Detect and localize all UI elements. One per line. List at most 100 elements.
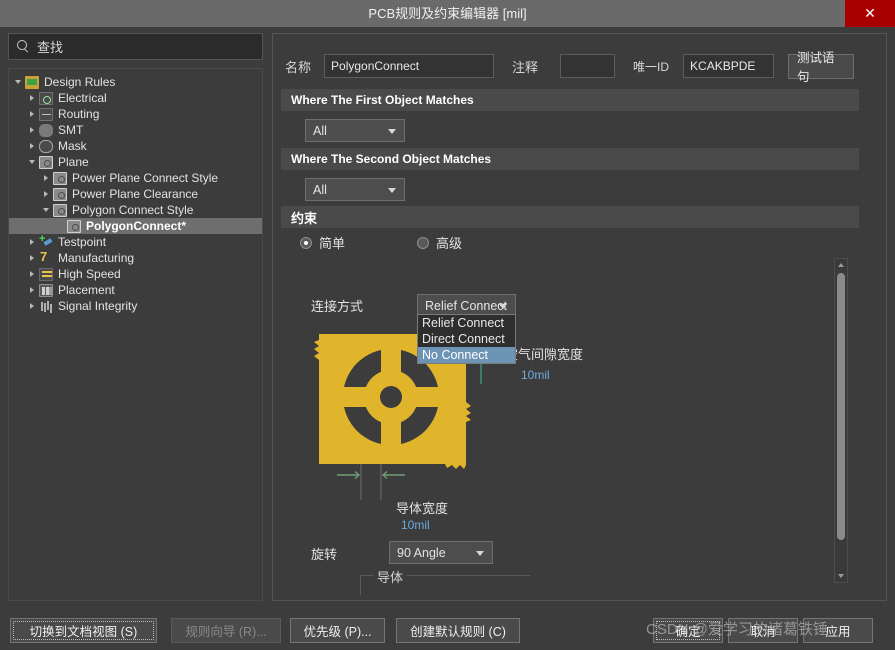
tree-item-label: Testpoint [58,235,106,249]
chevron-down-icon [388,188,396,193]
twisty-closed-icon[interactable] [27,234,39,250]
create-default-rules-button[interactable]: 创建默认规则 (C) [396,618,520,643]
radio-advanced[interactable] [417,237,429,249]
second-match-scope-select[interactable]: All [305,178,405,201]
route-icon [39,108,53,121]
air-gap-value: 10mil [521,368,550,382]
tree-item-label: Routing [58,107,99,121]
close-icon[interactable]: ✕ [845,0,895,27]
chevron-down-icon [476,551,484,556]
tree-item-routing[interactable]: Routing [9,106,262,122]
footer-bar: 切换到文档视图 (S) 规则向导 (R)... 优先级 (P)... 创建默认规… [0,608,895,650]
scrollbar-thumb[interactable] [837,273,845,540]
tree-item-label: Plane [58,155,89,169]
dropdown-option-relief-connect[interactable]: Relief Connect [418,315,515,331]
thermal-relief-svg [285,262,830,587]
radio-simple-label: 简单 [319,233,345,252]
twisty-closed-icon[interactable] [27,90,39,106]
left-panel: 查找 Design Rules Electrical Routing SMT Mask P… [8,33,263,601]
scroll-up-icon[interactable] [835,259,847,271]
scroll-down-icon[interactable] [835,570,847,582]
tree-item-label: Design Rules [44,75,115,89]
twisty-closed-icon[interactable] [27,298,39,314]
twisty-spacer [55,218,67,234]
twisty-closed-icon[interactable] [41,186,53,202]
search-input[interactable]: 查找 [8,33,263,60]
conductor-width-arrows [337,472,405,479]
first-match-header: Where The First Object Matches [281,89,859,111]
comment-field[interactable] [560,54,615,78]
search-placeholder: 查找 [37,37,63,56]
conductor-width-label: 导体宽度 [396,498,448,517]
tree-item-label: Manufacturing [58,251,134,265]
mask-icon [39,140,53,153]
cancel-button[interactable]: 取消 [728,618,798,643]
tree-item-label: Signal Integrity [58,299,137,313]
plane-icon [39,156,53,169]
dropdown-option-no-connect[interactable]: No Connect [418,347,515,363]
tree-item-placement[interactable]: Placement [9,282,262,298]
twisty-closed-icon[interactable] [27,138,39,154]
tree-item-design-rules[interactable]: Design Rules [9,74,262,90]
connect-style-dropdown-list[interactable]: Relief ConnectDirect ConnectNo Connect [417,314,516,364]
manu-icon [39,252,53,265]
tree-item-smt[interactable]: SMT [9,122,262,138]
conductor-group-box: 导体 [360,575,530,595]
tree-item-signal-integrity[interactable]: Signal Integrity [9,298,262,314]
constraints-scrollbar[interactable] [834,258,848,583]
tree-item-label: High Speed [58,267,121,281]
rule-wizard-button: 规则向导 (R)... [171,618,281,643]
apply-button[interactable]: 应用 [803,618,873,643]
folder-icon [25,76,39,89]
tree-item-label: SMT [58,123,83,137]
twisty-open-icon[interactable] [41,202,53,218]
twisty-closed-icon[interactable] [27,250,39,266]
comment-label: 注释 [512,57,538,76]
priority-button[interactable]: 优先级 (P)... [290,618,385,643]
twisty-open-icon[interactable] [27,154,39,170]
tree-item-label: Polygon Connect Style [72,203,193,217]
plane-icon [53,172,67,185]
tree-item-plane[interactable]: Plane [9,154,262,170]
place-icon [39,284,53,297]
first-match-scope-select[interactable]: All [305,119,405,142]
tree-item-mask[interactable]: Mask [9,138,262,154]
twisty-closed-icon[interactable] [41,170,53,186]
dropdown-option-direct-connect[interactable]: Direct Connect [418,331,515,347]
rules-tree[interactable]: Design Rules Electrical Routing SMT Mask Plan… [8,68,263,601]
second-match-scope-value: All [313,183,327,197]
rotation-label: 旋转 [311,544,337,563]
tree-item-label: Placement [58,283,115,297]
tree-item-label: Power Plane Clearance [72,187,198,201]
tree-item-electrical[interactable]: Electrical [9,90,262,106]
conductor-group-label: 导体 [373,567,407,586]
tree-item-label: Mask [58,139,87,153]
tree-item-polygon-connect-style[interactable]: Polygon Connect Style [9,202,262,218]
pcb-rules-dialog: PCB规则及约束编辑器 [mil] ✕ 查找 Design RulesElect… [0,0,895,650]
rotation-select[interactable]: 90 Angle [389,541,493,564]
tree-item-manufacturing[interactable]: Manufacturing [9,250,262,266]
ok-button[interactable]: 确定 [653,618,723,643]
unique-id-label: 唯一ID [633,58,669,75]
radio-simple[interactable] [300,237,312,249]
twisty-closed-icon[interactable] [27,106,39,122]
plane-icon [53,204,67,217]
tree-item-polygonconnect[interactable]: PolygonConnect* [9,218,262,234]
test-query-button[interactable]: 测试语句 [788,54,854,79]
twisty-closed-icon[interactable] [27,282,39,298]
twisty-open-icon[interactable] [13,74,25,90]
name-field[interactable]: PolygonConnect [324,54,494,78]
twisty-closed-icon[interactable] [27,266,39,282]
tree-item-power-plane-clearance[interactable]: Power Plane Clearance [9,186,262,202]
tree-item-high-speed[interactable]: High Speed [9,266,262,282]
switch-to-document-view-button[interactable]: 切换到文档视图 (S) [10,618,157,643]
radio-advanced-label: 高级 [436,233,462,252]
air-gap-label: 空气间隙宽度 [505,344,583,363]
tree-item-power-plane-connect-style[interactable]: Power Plane Connect Style [9,170,262,186]
tree-item-label: Electrical [58,91,107,105]
speed-icon [39,268,53,281]
chevron-down-icon [388,129,396,134]
twisty-closed-icon[interactable] [27,122,39,138]
elec-icon [39,92,53,105]
unique-id-field[interactable]: KCAKBPDE [683,54,774,78]
